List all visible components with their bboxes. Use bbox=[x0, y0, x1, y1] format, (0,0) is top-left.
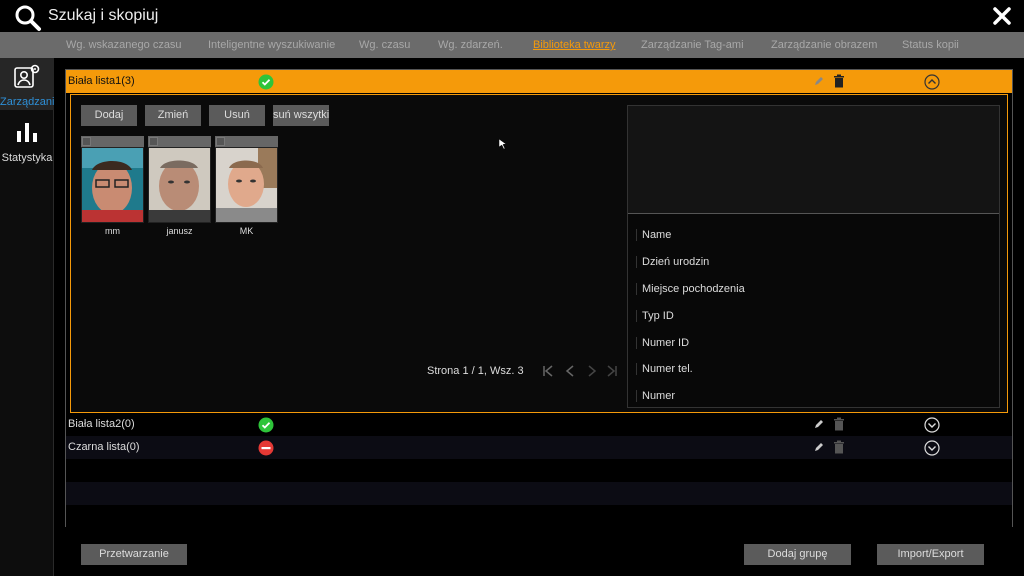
face-photo bbox=[82, 148, 143, 222]
process-button[interactable]: Przetwarzanie bbox=[81, 544, 187, 565]
import-export-button[interactable]: Import/Export bbox=[877, 544, 984, 565]
group-name: Czarna lista(0) bbox=[68, 441, 140, 453]
bar-chart-icon bbox=[17, 123, 37, 142]
sidebar-item-label: Statystyka bbox=[1, 152, 53, 164]
group-name: Biała lista1(3) bbox=[68, 75, 135, 87]
face-name: MK bbox=[239, 226, 254, 236]
face-checkbox[interactable] bbox=[149, 137, 158, 146]
previous-page-icon[interactable] bbox=[563, 364, 577, 378]
group-row-white-list-2[interactable]: Biała lista2(0) bbox=[66, 413, 1012, 436]
person-gear-icon bbox=[14, 64, 40, 88]
title-bar: Szukaj i skopiuj bbox=[0, 0, 1024, 32]
search-icon bbox=[15, 5, 41, 31]
tab-by-time[interactable]: Wg. czasu bbox=[359, 39, 410, 51]
tab-tag-management[interactable]: Zarządzanie Tag-ami bbox=[641, 39, 744, 51]
pencil-icon[interactable] bbox=[813, 441, 825, 453]
field-number-label: Numer bbox=[636, 390, 675, 402]
face-checkbox[interactable] bbox=[216, 137, 225, 146]
pencil-icon[interactable] bbox=[813, 418, 825, 430]
trash-icon[interactable] bbox=[833, 74, 845, 88]
face-name: janusz bbox=[166, 226, 193, 236]
field-name-label: Name bbox=[636, 229, 671, 241]
field-birthday-label: Dzień urodzin bbox=[636, 256, 709, 268]
next-page-icon[interactable] bbox=[585, 364, 599, 378]
field-birthplace-label: Miejsce pochodzenia bbox=[636, 283, 745, 295]
tab-bar: Wg. wskazanego czasu Inteligentne wyszuk… bbox=[0, 32, 1024, 58]
pencil-icon[interactable] bbox=[813, 75, 825, 87]
add-button[interactable]: Dodaj bbox=[81, 105, 137, 126]
face-card[interactable]: janusz bbox=[148, 136, 211, 236]
mouse-cursor-icon bbox=[498, 138, 507, 150]
last-page-icon[interactable] bbox=[605, 364, 619, 378]
close-icon[interactable] bbox=[992, 6, 1012, 26]
tab-backup-status[interactable]: Status kopii bbox=[902, 39, 959, 51]
trash-icon bbox=[834, 417, 844, 431]
add-group-button[interactable]: Dodaj grupę bbox=[744, 544, 851, 565]
field-phone-label: Numer tel. bbox=[636, 363, 693, 375]
check-circle-icon bbox=[258, 417, 274, 433]
group-row-black-list[interactable]: Czarna lista(0) bbox=[66, 436, 1012, 459]
tab-face-library[interactable]: Biblioteka twarzy bbox=[533, 39, 616, 51]
face-photo bbox=[149, 148, 210, 222]
face-checkbox[interactable] bbox=[82, 137, 91, 146]
group-row-white-list-1[interactable]: Biała lista1(3) bbox=[66, 70, 1012, 93]
group-name: Biała lista2(0) bbox=[68, 418, 135, 430]
field-id-number-label: Numer ID bbox=[636, 337, 689, 349]
field-id-type-label: Typ ID bbox=[636, 310, 674, 322]
chevron-down-icon[interactable] bbox=[924, 417, 940, 433]
delete-all-button[interactable]: suń wszytki bbox=[273, 105, 329, 126]
tab-image-management[interactable]: Zarządzanie obrazem bbox=[771, 39, 877, 51]
window-title: Szukaj i skopiuj bbox=[48, 7, 159, 24]
empty-row bbox=[66, 459, 1012, 482]
face-preview bbox=[628, 106, 999, 214]
empty-row bbox=[66, 482, 1012, 505]
empty-row bbox=[66, 505, 1012, 528]
person-info-panel: Name Dzień urodzin Miejsce pochodzenia T… bbox=[627, 105, 1000, 408]
check-circle-icon bbox=[258, 74, 274, 90]
chevron-down-icon[interactable] bbox=[924, 440, 940, 456]
sidebar-item-statistics[interactable]: Statystyka bbox=[0, 114, 54, 166]
edit-button[interactable]: Zmień bbox=[145, 105, 201, 126]
face-photo bbox=[216, 148, 277, 222]
pagination-text: Strona 1 / 1, Wsz. 3 bbox=[427, 365, 524, 377]
group-detail: Dodaj Zmień Usuń suń wszytki mm janusz M… bbox=[70, 94, 1008, 413]
face-card[interactable]: mm bbox=[81, 136, 144, 236]
chevron-up-icon[interactable] bbox=[924, 74, 940, 90]
blocked-circle-icon bbox=[258, 440, 274, 456]
trash-icon bbox=[834, 440, 844, 454]
delete-button[interactable]: Usuń bbox=[209, 105, 265, 126]
tab-smart-search[interactable]: Inteligentne wyszukiwanie bbox=[208, 39, 335, 51]
first-page-icon[interactable] bbox=[541, 364, 555, 378]
sidebar-item-management[interactable]: Zarządzanie bbox=[0, 58, 54, 110]
group-list-panel: Biała lista1(3) Dodaj Zmień Usuń suń wsz… bbox=[65, 69, 1013, 528]
face-name: mm bbox=[105, 226, 120, 236]
tab-by-event[interactable]: Wg. zdarzeń. bbox=[438, 39, 503, 51]
sidebar-item-label: Zarządzanie bbox=[0, 96, 54, 108]
sidebar: Zarządzanie Statystyka bbox=[0, 58, 54, 576]
tab-by-specified-time[interactable]: Wg. wskazanego czasu bbox=[66, 39, 182, 51]
face-card[interactable]: MK bbox=[215, 136, 278, 236]
